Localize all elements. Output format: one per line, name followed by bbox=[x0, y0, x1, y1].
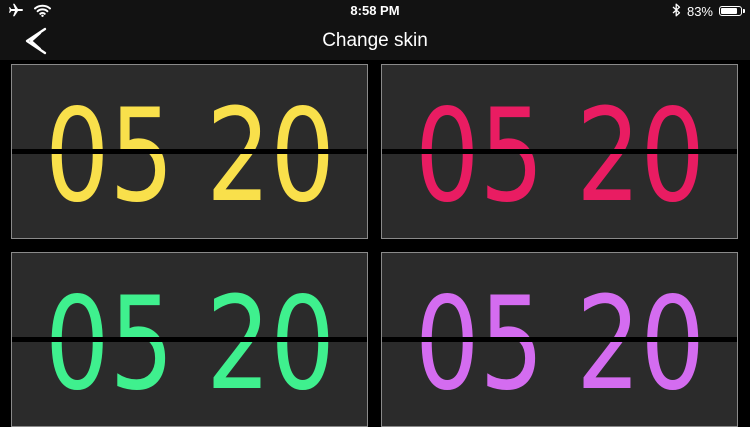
clock-digits: 05 20 bbox=[415, 270, 705, 419]
bluetooth-icon bbox=[672, 3, 681, 20]
flip-clock-preview: 05 20 bbox=[382, 82, 737, 231]
flip-divider bbox=[12, 149, 367, 154]
skin-card-yellow[interactable]: 05 20 bbox=[11, 64, 368, 239]
nav-bar: Change skin bbox=[0, 22, 750, 60]
flip-clock-preview: 05 20 bbox=[12, 270, 367, 419]
skin-grid: 05 20 05 20 05 20 05 20 bbox=[11, 64, 740, 427]
flip-divider bbox=[382, 337, 737, 342]
battery-percent: 83% bbox=[686, 3, 713, 19]
clock-digits: 05 20 bbox=[415, 82, 705, 231]
battery-icon bbox=[719, 6, 745, 16]
flip-divider bbox=[12, 337, 367, 342]
clock-digits: 05 20 bbox=[45, 270, 335, 419]
status-time: 8:58 PM bbox=[350, 3, 400, 18]
page-title: Change skin bbox=[322, 30, 428, 51]
skin-card-purple[interactable]: 05 20 bbox=[381, 252, 738, 427]
flip-clock-preview: 05 20 bbox=[12, 82, 367, 231]
skin-card-pink[interactable]: 05 20 bbox=[381, 64, 738, 239]
flip-clock-preview: 05 20 bbox=[382, 270, 737, 419]
status-bar: 8:58 PM 83% bbox=[0, 0, 750, 22]
battery-level bbox=[721, 8, 737, 14]
status-right: 83% bbox=[672, 0, 745, 22]
clock-digits: 05 20 bbox=[45, 82, 335, 231]
skin-card-green[interactable]: 05 20 bbox=[11, 252, 368, 427]
flip-divider bbox=[382, 149, 737, 154]
